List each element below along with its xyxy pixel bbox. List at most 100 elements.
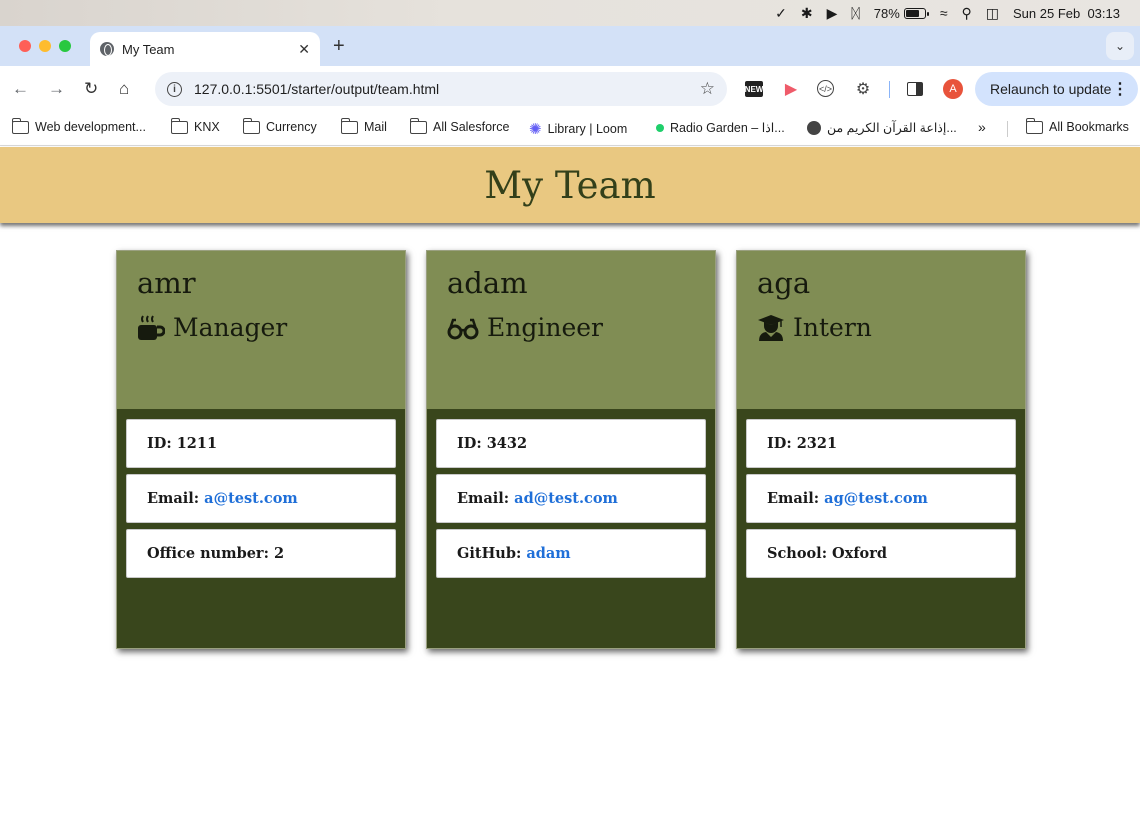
status-check-icon[interactable]: ✓ bbox=[775, 6, 787, 20]
id-value: 2321 bbox=[796, 435, 838, 452]
folder-icon bbox=[170, 117, 188, 134]
loom-icon: ✺ bbox=[529, 121, 542, 138]
spotlight-search-icon[interactable]: ⚲ bbox=[962, 6, 972, 20]
browser-toolbar: ← → ↻ ⌂ i 127.0.0.1:5501/starter/output/… bbox=[0, 66, 1140, 112]
bookmark-item[interactable]: Web development... bbox=[11, 117, 146, 134]
globe-icon bbox=[100, 42, 114, 56]
bookmark-label: إذاعة القرآن الكريم من... bbox=[827, 121, 957, 135]
info-row-id: ID: 2321 bbox=[746, 419, 1016, 468]
extensions-puzzle-icon[interactable]: ⚙ bbox=[853, 79, 873, 99]
browser-tab-active[interactable]: My Team ✕ bbox=[90, 32, 320, 66]
card-header: amr Manager bbox=[117, 251, 405, 409]
more-bookmarks-chevron-icon[interactable]: » bbox=[978, 119, 986, 135]
employee-name: amr bbox=[137, 266, 196, 300]
window-zoom-button[interactable] bbox=[59, 40, 71, 52]
browser-tab-strip: My Team ✕ + ⌄ bbox=[0, 26, 1140, 66]
perplexity-icon[interactable]: ✱ bbox=[801, 6, 813, 20]
bookmark-label: Library | Loom bbox=[547, 122, 628, 136]
address-bar[interactable]: i 127.0.0.1:5501/starter/output/team.htm… bbox=[155, 72, 727, 106]
bookmark-label: Radio Garden – اذا... bbox=[670, 121, 785, 135]
employee-card-manager: amr Manager ID: 1211 Email: a@test.com O… bbox=[116, 250, 406, 649]
new-tab-button[interactable]: + bbox=[333, 34, 345, 58]
relaunch-to-update-button[interactable]: Relaunch to update ⋮ bbox=[975, 72, 1138, 106]
tab-title: My Team bbox=[122, 41, 175, 57]
folder-icon bbox=[11, 117, 29, 134]
id-label: ID: bbox=[457, 435, 482, 452]
bookmark-item[interactable]: Currency bbox=[242, 117, 317, 134]
bookmark-item[interactable]: KNX bbox=[170, 117, 220, 134]
id-label: ID: bbox=[147, 435, 172, 452]
more-menu-icon[interactable]: ⋮ bbox=[1112, 79, 1128, 99]
email-link[interactable]: ag@test.com bbox=[824, 490, 928, 507]
folder-icon bbox=[1025, 117, 1043, 134]
bookmark-item[interactable]: Mail bbox=[340, 117, 387, 134]
bookmark-label: Web development... bbox=[35, 120, 146, 134]
coffee-mug-icon bbox=[138, 315, 165, 340]
github-link[interactable]: adam bbox=[526, 545, 570, 562]
quran-radio-icon bbox=[807, 120, 821, 135]
folder-icon bbox=[409, 117, 427, 134]
employee-card-engineer: adam Engineer ID: 3432 Email: ad@test.co… bbox=[426, 250, 716, 649]
folder-icon bbox=[242, 117, 260, 134]
bookmark-item[interactable]: إذاعة القرآن الكريم من... bbox=[807, 120, 957, 135]
control-center-icon[interactable]: ◫ bbox=[986, 6, 999, 20]
bookmark-item[interactable]: ✺ Library | Loom bbox=[529, 120, 627, 138]
play-circle-icon[interactable]: ▶ bbox=[827, 6, 838, 20]
all-bookmarks-button[interactable]: All Bookmarks bbox=[1025, 117, 1129, 134]
chevron-down-icon: ⌄ bbox=[1114, 39, 1126, 53]
battery-icon bbox=[903, 7, 929, 19]
graduate-icon bbox=[758, 315, 784, 341]
bookmarks-divider bbox=[1007, 121, 1008, 137]
url-text: 127.0.0.1:5501/starter/output/team.html bbox=[194, 81, 440, 97]
reload-button[interactable]: ↻ bbox=[84, 79, 98, 99]
page-viewport: My Team amr Manager ID: 1211 Email: a@te… bbox=[0, 147, 1140, 813]
new-badge-extension-icon[interactable]: NEW bbox=[745, 81, 763, 97]
info-row-office-number: Office number: 2 bbox=[126, 529, 396, 578]
info-row-id: ID: 1211 bbox=[126, 419, 396, 468]
office-number-label: Office number: bbox=[147, 545, 269, 562]
info-row-github: GitHub: adam bbox=[436, 529, 706, 578]
window-minimize-button[interactable] bbox=[39, 40, 51, 52]
bookmarks-bar: Web development... KNX Currency Mail All… bbox=[0, 112, 1140, 146]
site-info-icon[interactable]: i bbox=[167, 81, 182, 97]
menubar-clock[interactable]: Sun 25 Feb 03:13 bbox=[1013, 6, 1120, 21]
info-row-id: ID: 3432 bbox=[436, 419, 706, 468]
forward-button[interactable]: → bbox=[48, 79, 65, 99]
employee-role: Intern bbox=[757, 313, 1005, 343]
menubar-time: 03:13 bbox=[1087, 5, 1120, 21]
office-number-value: 2 bbox=[273, 545, 285, 562]
card-body: ID: 2321 Email: ag@test.com School: Oxfo… bbox=[746, 419, 1016, 584]
email-label: Email: bbox=[147, 490, 200, 507]
card-header: aga Intern bbox=[737, 251, 1025, 409]
bookmark-item[interactable]: All Salesforce bbox=[409, 117, 509, 134]
email-link[interactable]: a@test.com bbox=[204, 490, 298, 507]
back-button[interactable]: ← bbox=[12, 79, 29, 99]
bookmark-star-icon[interactable]: ☆ bbox=[700, 79, 715, 99]
battery-percent: 78% bbox=[873, 5, 900, 21]
employee-card-intern: aga Intern ID: 2321 Email: ag@test.com S… bbox=[736, 250, 1026, 649]
toolbar-divider bbox=[889, 81, 890, 98]
window-close-button[interactable] bbox=[19, 40, 31, 52]
email-label: Email: bbox=[457, 490, 510, 507]
battery-status[interactable]: 78% bbox=[873, 5, 929, 21]
tab-close-icon[interactable]: ✕ bbox=[298, 41, 310, 58]
home-button[interactable]: ⌂ bbox=[119, 79, 129, 99]
bookmark-item[interactable]: Radio Garden – اذا... bbox=[656, 120, 785, 135]
profile-avatar[interactable]: A bbox=[943, 79, 963, 99]
code-extension-icon[interactable]: </> bbox=[817, 80, 834, 97]
all-bookmarks-label: All Bookmarks bbox=[1049, 120, 1129, 134]
video-extension-icon[interactable]: ▶ bbox=[781, 79, 801, 99]
id-value: 1211 bbox=[176, 435, 218, 452]
tab-search-button[interactable]: ⌄ bbox=[1106, 32, 1134, 60]
wifi-icon[interactable]: ≈ bbox=[940, 6, 948, 20]
bluetooth-icon[interactable]: ᛞ bbox=[851, 6, 859, 20]
radio-garden-icon bbox=[656, 123, 664, 132]
role-label: Manager bbox=[173, 313, 288, 342]
role-label: Intern bbox=[793, 313, 872, 342]
email-link[interactable]: ad@test.com bbox=[514, 490, 618, 507]
side-panel-icon[interactable] bbox=[907, 82, 923, 96]
menubar-date: Sun 25 Feb bbox=[1013, 5, 1081, 21]
bookmark-label: KNX bbox=[194, 120, 220, 134]
role-label: Engineer bbox=[487, 313, 603, 342]
info-row-email: Email: ag@test.com bbox=[746, 474, 1016, 523]
